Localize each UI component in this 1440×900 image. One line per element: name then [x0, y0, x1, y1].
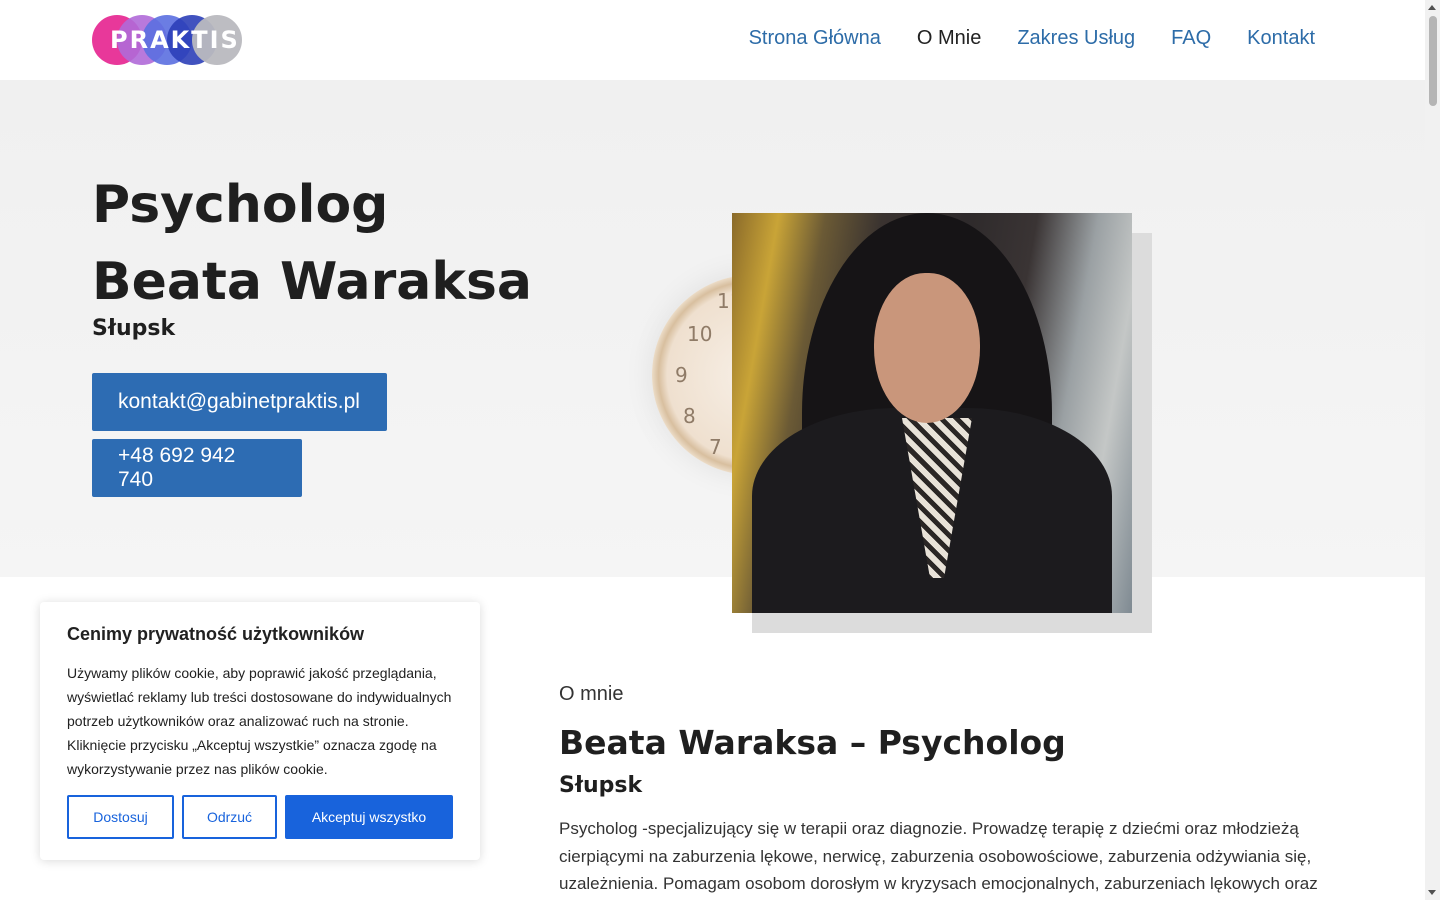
portrait-photo	[732, 213, 1132, 613]
clock-number: 8	[683, 404, 696, 428]
nav-about[interactable]: O Mnie	[917, 27, 981, 50]
hero-title-line: Beata Waraksa	[92, 252, 532, 312]
nav-services[interactable]: Zakres Usług	[1017, 27, 1135, 50]
about-city: Słupsk	[559, 773, 643, 798]
site-header: PRAKTIS Strona Główna O Mnie Zakres Usłu…	[0, 0, 1425, 80]
email-button[interactable]: kontakt@gabinetpraktis.pl	[92, 373, 387, 431]
hero-section: 11 10 9 8 7 Psycholog Beata Waraksa Słup…	[0, 80, 1425, 577]
nav-faq[interactable]: FAQ	[1171, 27, 1211, 50]
scrollbar-thumb[interactable]	[1429, 16, 1437, 106]
cookie-accept-button[interactable]: Akceptuj wszystko	[285, 795, 453, 839]
scroll-down-arrow-icon[interactable]	[1428, 890, 1436, 895]
clock-number: 10	[687, 322, 713, 346]
about-title: Beata Waraksa – Psycholog	[559, 723, 1066, 762]
cookie-buttons: Dostosuj Odrzuć Akceptuj wszystko	[67, 795, 453, 839]
nav-home[interactable]: Strona Główna	[749, 27, 881, 50]
nav-contact[interactable]: Kontakt	[1247, 27, 1315, 50]
about-description: Psycholog -specjalizujący się w terapii …	[559, 819, 1318, 893]
phone-button[interactable]: +48 692 942 740	[92, 439, 302, 497]
hero-title-line: Psycholog	[92, 175, 389, 235]
praktis-logo[interactable]: PRAKTIS	[92, 15, 242, 65]
clock-number: 7	[709, 435, 722, 459]
cookie-banner: Cenimy prywatność użytkowników Używamy p…	[40, 602, 480, 860]
cookie-reject-button[interactable]: Odrzuć	[182, 795, 277, 839]
main-nav: Strona Główna O Mnie Zakres Usług FAQ Ko…	[749, 27, 1315, 50]
about-eyebrow: O mnie	[559, 683, 624, 705]
logo-text: PRAKTIS	[110, 26, 240, 54]
cookie-text: Używamy plików cookie, aby poprawić jako…	[67, 665, 452, 777]
page-scrollbar[interactable]	[1425, 0, 1440, 900]
cookie-title: Cenimy prywatność użytkowników	[67, 624, 365, 644]
clock-number: 9	[675, 363, 688, 387]
cookie-customize-button[interactable]: Dostosuj	[67, 795, 174, 839]
portrait-face	[874, 273, 980, 423]
scroll-up-arrow-icon[interactable]	[1428, 5, 1436, 10]
hero-city: Słupsk	[92, 316, 176, 341]
hero-title: Psycholog Beata Waraksa	[92, 167, 532, 321]
